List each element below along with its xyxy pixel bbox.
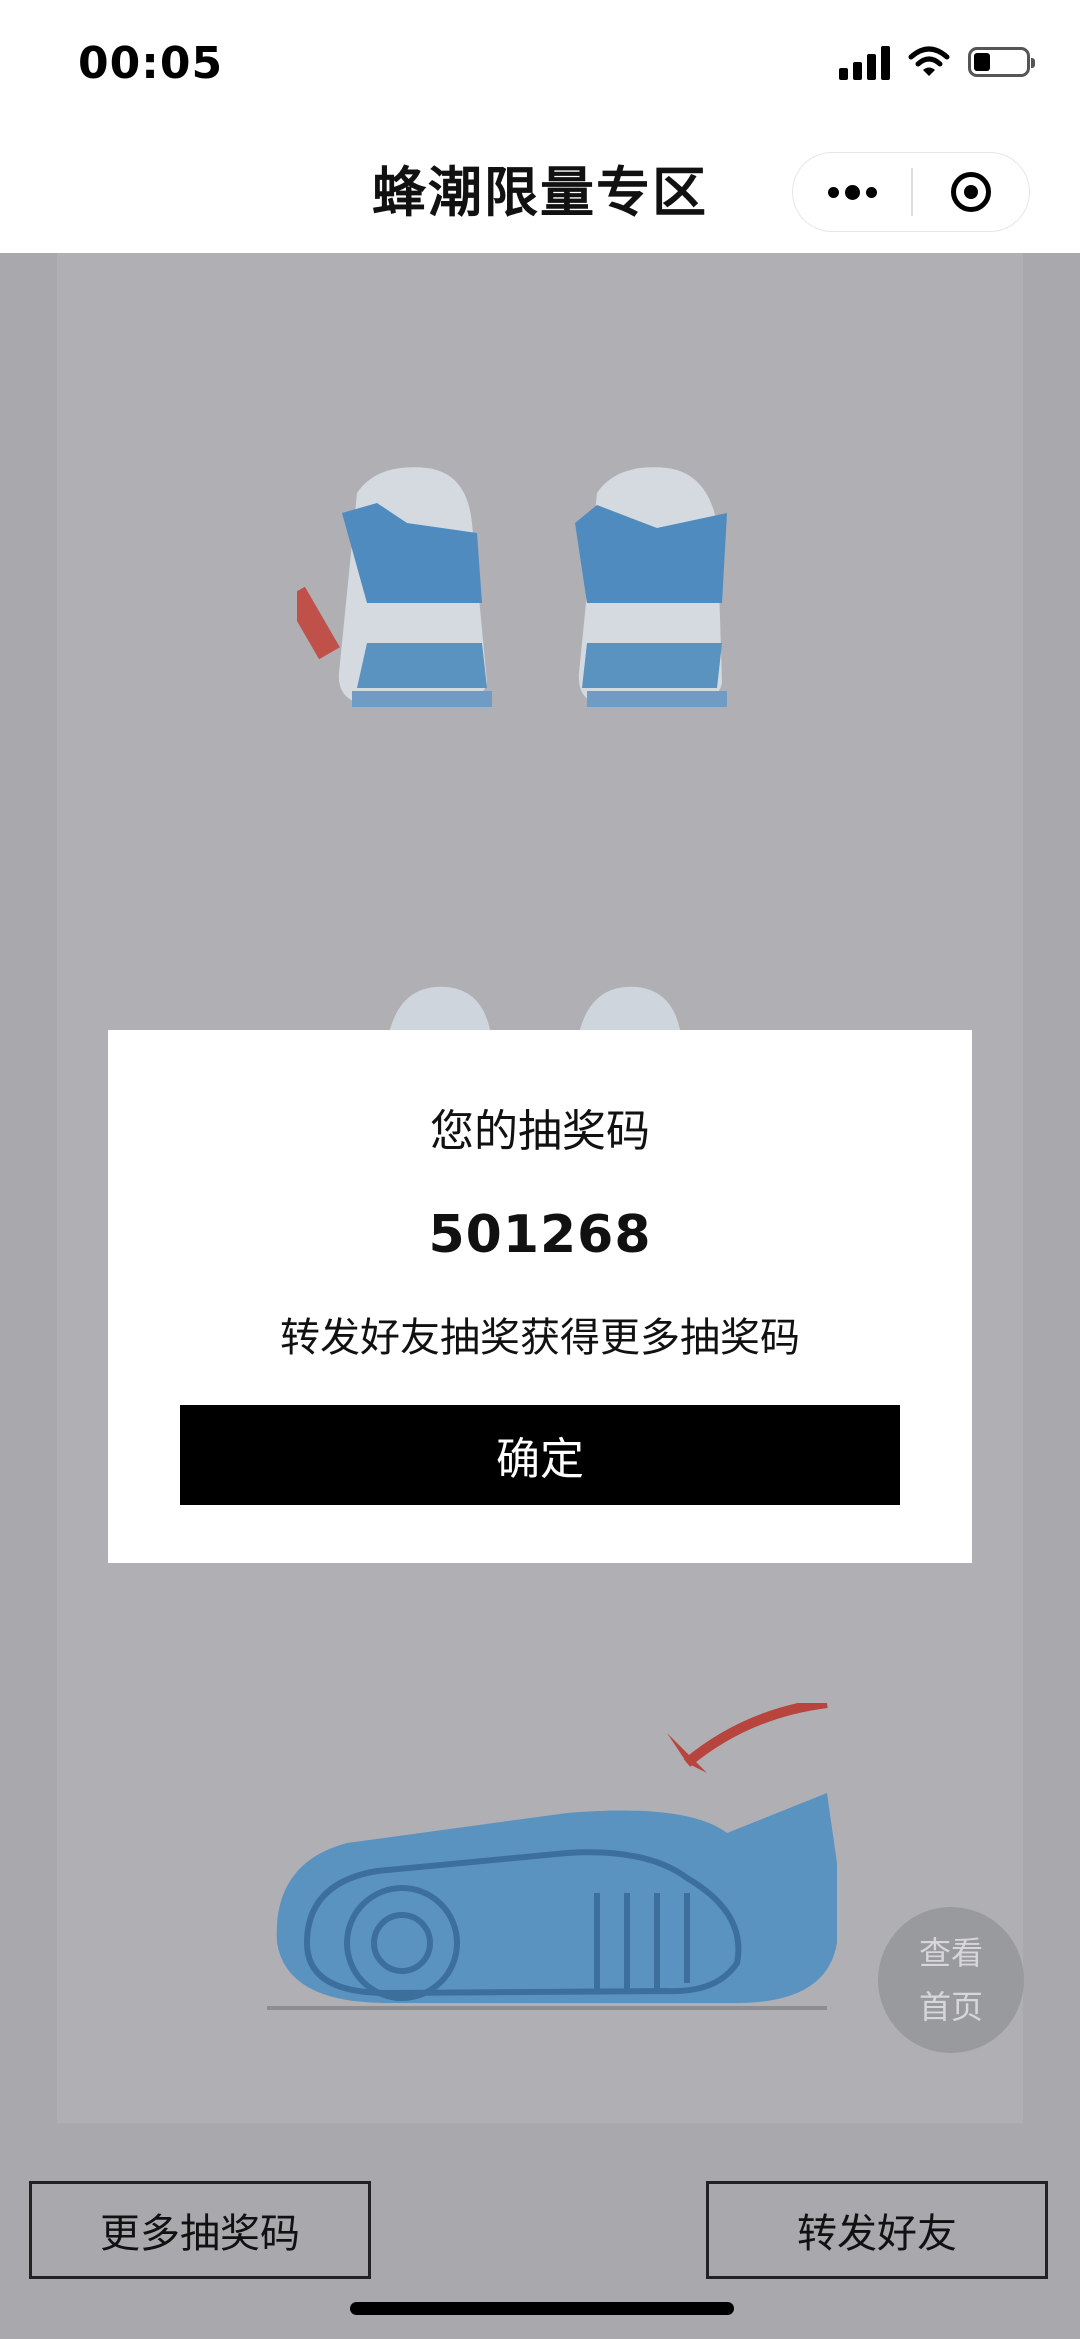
- shoe-sole-view-image: [267, 1703, 837, 2010]
- wifi-icon: [908, 46, 950, 76]
- view-home-line2: 首页: [918, 1988, 983, 2026]
- shoe-back-view-image: [297, 467, 727, 707]
- lottery-code-dialog: 您的抽奖码 501268 转发好友抽奖获得更多抽奖码 确定: [108, 1030, 972, 1563]
- view-home-line1: 查看: [918, 1934, 983, 1972]
- lottery-code: 501268: [428, 1205, 652, 1265]
- more-codes-button[interactable]: 更多抽奖码: [29, 2181, 371, 2279]
- home-indicator[interactable]: [350, 2302, 734, 2315]
- share-friends-button[interactable]: 转发好友: [706, 2181, 1048, 2279]
- confirm-button[interactable]: 确定: [180, 1405, 900, 1505]
- view-home-button[interactable]: 查看 首页: [878, 1907, 1024, 2053]
- dialog-hint: 转发好友抽奖获得更多抽奖码: [280, 1315, 800, 1361]
- battery-icon: [968, 47, 1035, 77]
- more-dots-icon[interactable]: [793, 153, 911, 231]
- mini-program-capsule: [792, 152, 1030, 232]
- status-time: 00:05: [78, 38, 224, 89]
- target-close-icon[interactable]: [913, 172, 1029, 212]
- status-icons: [839, 44, 1035, 80]
- dialog-title: 您的抽奖码: [430, 1106, 650, 1157]
- top-bar: 00:05 蜂潮限量专区: [0, 0, 1080, 253]
- signal-icon: [839, 44, 890, 80]
